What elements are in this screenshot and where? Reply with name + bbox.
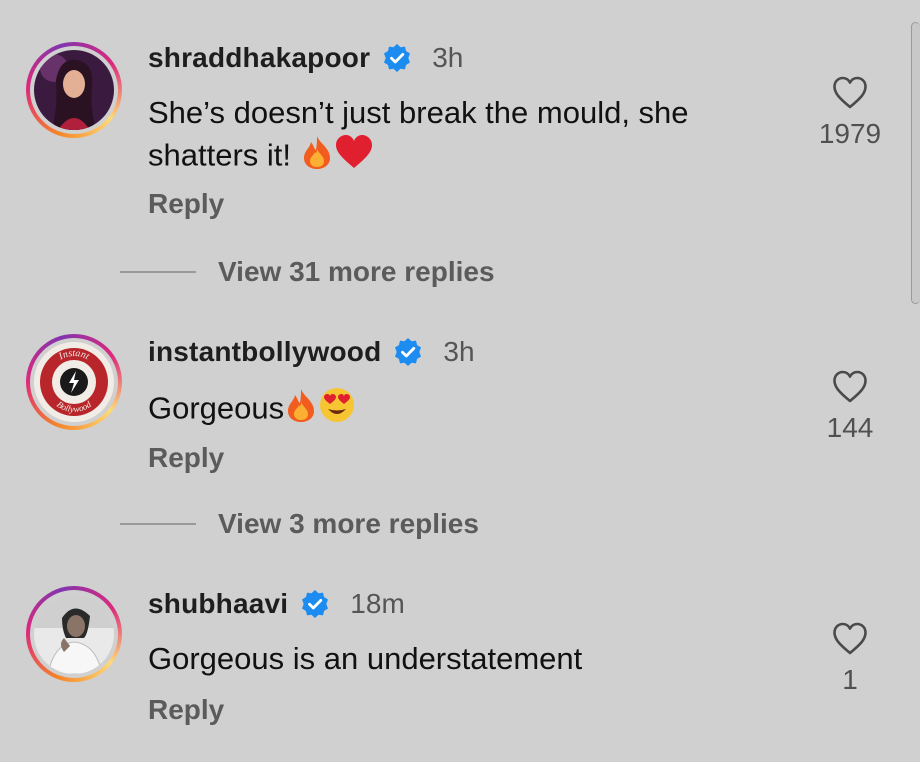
verified-badge-icon — [302, 590, 329, 618]
avatar-logo-instantbollywood: Instant Bollywood — [34, 342, 114, 422]
reply-button[interactable]: Reply — [148, 442, 224, 474]
comment-text-block: Gorgeous — [148, 386, 788, 435]
comment-header: shubhaavi 18m — [148, 588, 405, 620]
comment-text: Gorgeous — [148, 390, 285, 426]
fire-emoji — [284, 387, 318, 434]
view-replies-button[interactable]: View 31 more replies — [120, 256, 495, 288]
comment-text-block: Gorgeous is an understatement — [148, 638, 788, 680]
timestamp: 18m — [350, 588, 405, 619]
red-heart-emoji — [334, 134, 374, 181]
verified-badge-icon — [384, 44, 411, 72]
heart-outline-icon[interactable] — [832, 76, 868, 110]
view-replies-label: View 3 more replies — [218, 508, 479, 539]
username[interactable]: shraddhakapoor — [148, 42, 370, 74]
avatar[interactable] — [26, 586, 122, 682]
like-section: 1979 — [810, 76, 890, 150]
comment-text-block: She’s doesn’t just break the mould, she … — [148, 92, 788, 181]
username[interactable]: instantbollywood — [148, 336, 381, 368]
timestamp: 3h — [432, 42, 464, 73]
like-count: 1 — [842, 664, 858, 695]
comment-header: instantbollywood 3h — [148, 336, 475, 368]
reply-button[interactable]: Reply — [148, 694, 224, 726]
like-count: 1979 — [818, 118, 882, 149]
avatar[interactable] — [26, 42, 122, 138]
comment-text: Gorgeous is an understatement — [148, 641, 583, 676]
like-section: 1 — [810, 622, 890, 696]
view-replies-button[interactable]: View 3 more replies — [120, 508, 479, 540]
fire-emoji — [300, 134, 334, 181]
verified-badge-icon — [395, 338, 422, 366]
like-count: 144 — [826, 412, 874, 443]
divider-line — [120, 271, 196, 273]
reply-button[interactable]: Reply — [148, 188, 224, 220]
timestamp: 3h — [443, 336, 475, 367]
view-replies-label: View 31 more replies — [218, 256, 495, 287]
scrollbar[interactable] — [911, 22, 920, 304]
comment-header: shraddhakapoor 3h — [148, 42, 463, 74]
heart-outline-icon[interactable] — [832, 622, 868, 656]
avatar[interactable]: Instant Bollywood — [26, 334, 122, 430]
heart-eyes-emoji — [318, 386, 356, 435]
heart-outline-icon[interactable] — [832, 370, 868, 404]
divider-line — [120, 523, 196, 525]
avatar-photo-shraddhakapoor — [34, 50, 114, 130]
like-section: 144 — [810, 370, 890, 444]
avatar-photo-shubhaavi — [34, 594, 114, 674]
comment-text: She’s doesn’t just break the mould, she … — [148, 95, 689, 173]
username[interactable]: shubhaavi — [148, 588, 288, 620]
